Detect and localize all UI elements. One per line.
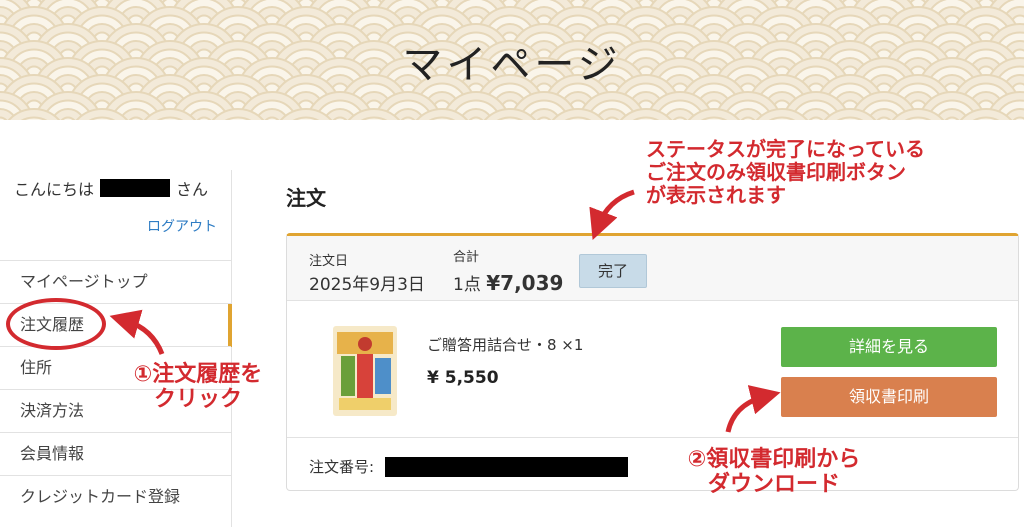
arrow-to-order-history	[109, 309, 165, 355]
arrow-to-status	[589, 189, 635, 240]
annotation-arrows	[109, 189, 781, 433]
arrow-to-receipt-button	[725, 385, 781, 433]
